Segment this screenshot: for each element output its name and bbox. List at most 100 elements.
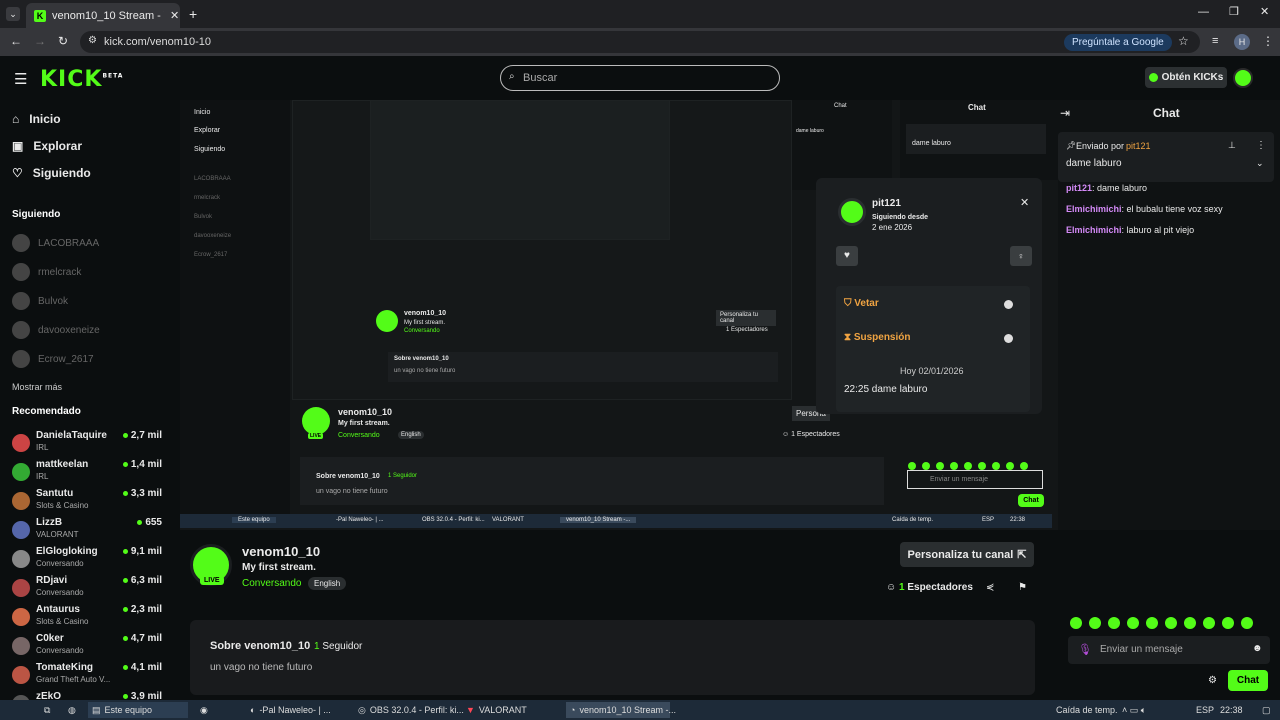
chat-user[interactable]: pit121 [1066,183,1092,193]
chat-settings-icon[interactable]: ⚙ [1208,675,1217,686]
recommended-item[interactable]: RDjavi Conversando 6,3 mil [12,575,162,601]
following-item[interactable]: davooxeneize [12,321,100,339]
chat-user[interactable]: Elmichimichi [1066,225,1122,235]
bookmark-star-icon[interactable]: ☆ [1178,34,1189,48]
window-minimize-icon[interactable]: — [1198,6,1209,18]
notifications-icon[interactable]: ▢ [1258,702,1275,718]
taskbar-item[interactable]: ▤ Este equipo [88,702,188,718]
card-action-icon[interactable]: ♀ [1010,246,1032,266]
sidebar-item-siguiendo[interactable]: ♡ Siguiendo [12,166,91,180]
address-bar[interactable]: ⚙ kick.com/venom10-10 [80,31,1200,53]
more-options-icon[interactable]: ⋮ [1256,140,1266,151]
hamburger-menu-icon[interactable]: ☰ [14,70,27,88]
channel-name[interactable]: venom10_10 [242,544,320,559]
weather-widget[interactable]: Caída de temp. [1052,702,1122,718]
home-icon: ⌂ [12,112,20,126]
compass-icon: ▣ [12,139,24,153]
language-indicator[interactable]: ESP [1192,702,1218,718]
clock[interactable]: 22:38 [1216,702,1247,718]
search-input[interactable]: ⌕ Buscar [500,65,780,91]
chevron-down-icon[interactable]: ⌄ [1256,158,1264,169]
edge-icon[interactable]: ◍ [64,702,80,718]
recommended-item[interactable]: C0ker Conversando 4,7 mil [12,633,162,659]
sidebar-item-inicio[interactable]: ⌂ Inicio [12,112,61,126]
microphone-icon[interactable]: 🎙︎ [1078,643,1092,656]
send-chat-button[interactable]: Chat [1228,670,1268,691]
taskbar-item[interactable]: ◎ OBS 32.0.4 - Perfil: ki... [354,702,464,718]
new-tab-button[interactable]: + [189,6,197,22]
get-kicks-button[interactable]: Obtén KICKs [1145,67,1227,88]
emote-icon[interactable] [1108,617,1120,629]
capture-taskbar: Este equipo -Pal Naweleo- | ... OBS 32.0… [180,514,1052,528]
recommended-viewers: 4,1 mil [123,662,162,673]
browser-menu-icon[interactable]: ⋮ [1262,34,1274,48]
kick-logo[interactable]: KICKBETA [40,67,123,92]
recommended-item[interactable]: DanielaTaquire IRL 2,7 mil [12,430,162,456]
window-close-icon[interactable]: ✕ [1260,5,1269,18]
recommended-category: IRL [36,443,49,452]
chat-user[interactable]: Elmichimichi [1066,204,1122,214]
profile-avatar[interactable]: H [1234,34,1250,50]
share-icon[interactable]: ⋞ [986,582,994,593]
taskbar-item[interactable]: ▼ VALORANT [462,702,562,718]
close-icon[interactable]: ✕ [1020,196,1029,209]
pin-icon: 📌︎ [1066,141,1077,150]
customize-channel-button[interactable]: Personaliza tu canal ⇱ [900,542,1034,567]
stream-category[interactable]: Conversando [242,578,301,589]
follow-heart-button[interactable]: ♥ [836,246,858,266]
report-icon[interactable]: ⚑ [1018,582,1027,593]
following-item[interactable]: LACOBRAAA [12,234,99,252]
recommended-item[interactable]: TomateKing Grand Theft Auto V... 4,1 mil [12,662,162,688]
recommended-viewers: 6,3 mil [123,575,162,586]
logo-beta-badge: BETA [102,72,124,80]
emote-icon[interactable] [1127,617,1139,629]
recommended-item[interactable]: ElGlogloking Conversando 9,1 mil [12,546,162,572]
emote-icon[interactable] [1165,617,1177,629]
language-tag[interactable]: English [308,577,347,590]
following-item[interactable]: Ecrow_2617 [12,350,94,368]
taskbar-item[interactable]: ◐ -Pal Naweleo- | ... [246,702,346,718]
reading-list-icon[interactable]: ≡ [1212,35,1218,47]
recommended-item[interactable]: Santutu Slots & Casino 3,3 mil [12,488,162,514]
sidebar-item-explorar[interactable]: ▣ Explorar [12,139,82,153]
tab-close-icon[interactable]: ✕ [170,9,179,22]
taskbar-item[interactable]: ◔ venom10_10 Stream -... [566,702,676,718]
emote-icon[interactable] [1241,617,1253,629]
emote-icon[interactable] [1070,617,1082,629]
site-info-icon[interactable]: ⚙ [88,35,97,46]
collapse-chat-icon[interactable]: ⇥ [1060,106,1070,120]
capture-about-box: Sobre venom10_10 1 Seguidor un vago no t… [300,457,884,505]
window-restore-icon[interactable]: ❐ [1229,5,1239,18]
chat-input[interactable]: 🎙︎ Enviar un mensaje ☻ [1068,636,1270,664]
emote-icon [950,462,958,470]
recommended-item[interactable]: mattkeelan IRL 1,4 mil [12,459,162,485]
emote-icon[interactable] [1184,617,1196,629]
following-item[interactable]: rmelcrack [12,263,81,281]
back-icon[interactable]: ← [10,34,22,48]
emote-icon[interactable] [1203,617,1215,629]
reload-icon[interactable]: ↻ [58,34,68,48]
following-item[interactable]: Bulvok [12,292,68,310]
recommended-item[interactable]: Antaurus Slots & Casino 2,3 mil [12,604,162,630]
unpin-icon[interactable]: ⊥ [1228,140,1236,151]
recommended-item[interactable]: LizzB VALORANT 655 [12,517,162,543]
emoji-icon[interactable]: ☻ [1252,643,1263,654]
recommended-name: ElGlogloking [36,546,98,557]
system-tray-icons[interactable]: ˄ ▭ 🔈︎ [1118,702,1150,718]
emote-icon[interactable] [1089,617,1101,629]
tab-menu-button[interactable]: ⌄ [6,7,20,21]
user-avatar[interactable] [1233,68,1253,88]
chat-text: laburo al pit viejo [1126,225,1195,235]
emote-icon[interactable] [1222,617,1234,629]
google-lens-chip[interactable]: Pregúntale a Google [1064,34,1172,51]
search-icon: ⌕ [509,71,515,82]
steam-icon[interactable]: ◉ [196,702,212,718]
browser-tab[interactable]: K venom10_10 Stream - Watch L... ✕ [26,3,180,28]
forward-icon[interactable]: → [34,34,46,48]
task-view-icon[interactable]: ⧉ [40,702,54,718]
capture-language: English [398,431,424,439]
show-more-link[interactable]: Mostrar más [12,382,62,392]
nested-following-list: LACOBRAAA rmelcrack Bulvok davooxeneize … [180,170,280,265]
emote-icon[interactable] [1146,617,1158,629]
chat-message: Elmichimichi: el bubalu tiene voz sexy [1066,204,1223,214]
